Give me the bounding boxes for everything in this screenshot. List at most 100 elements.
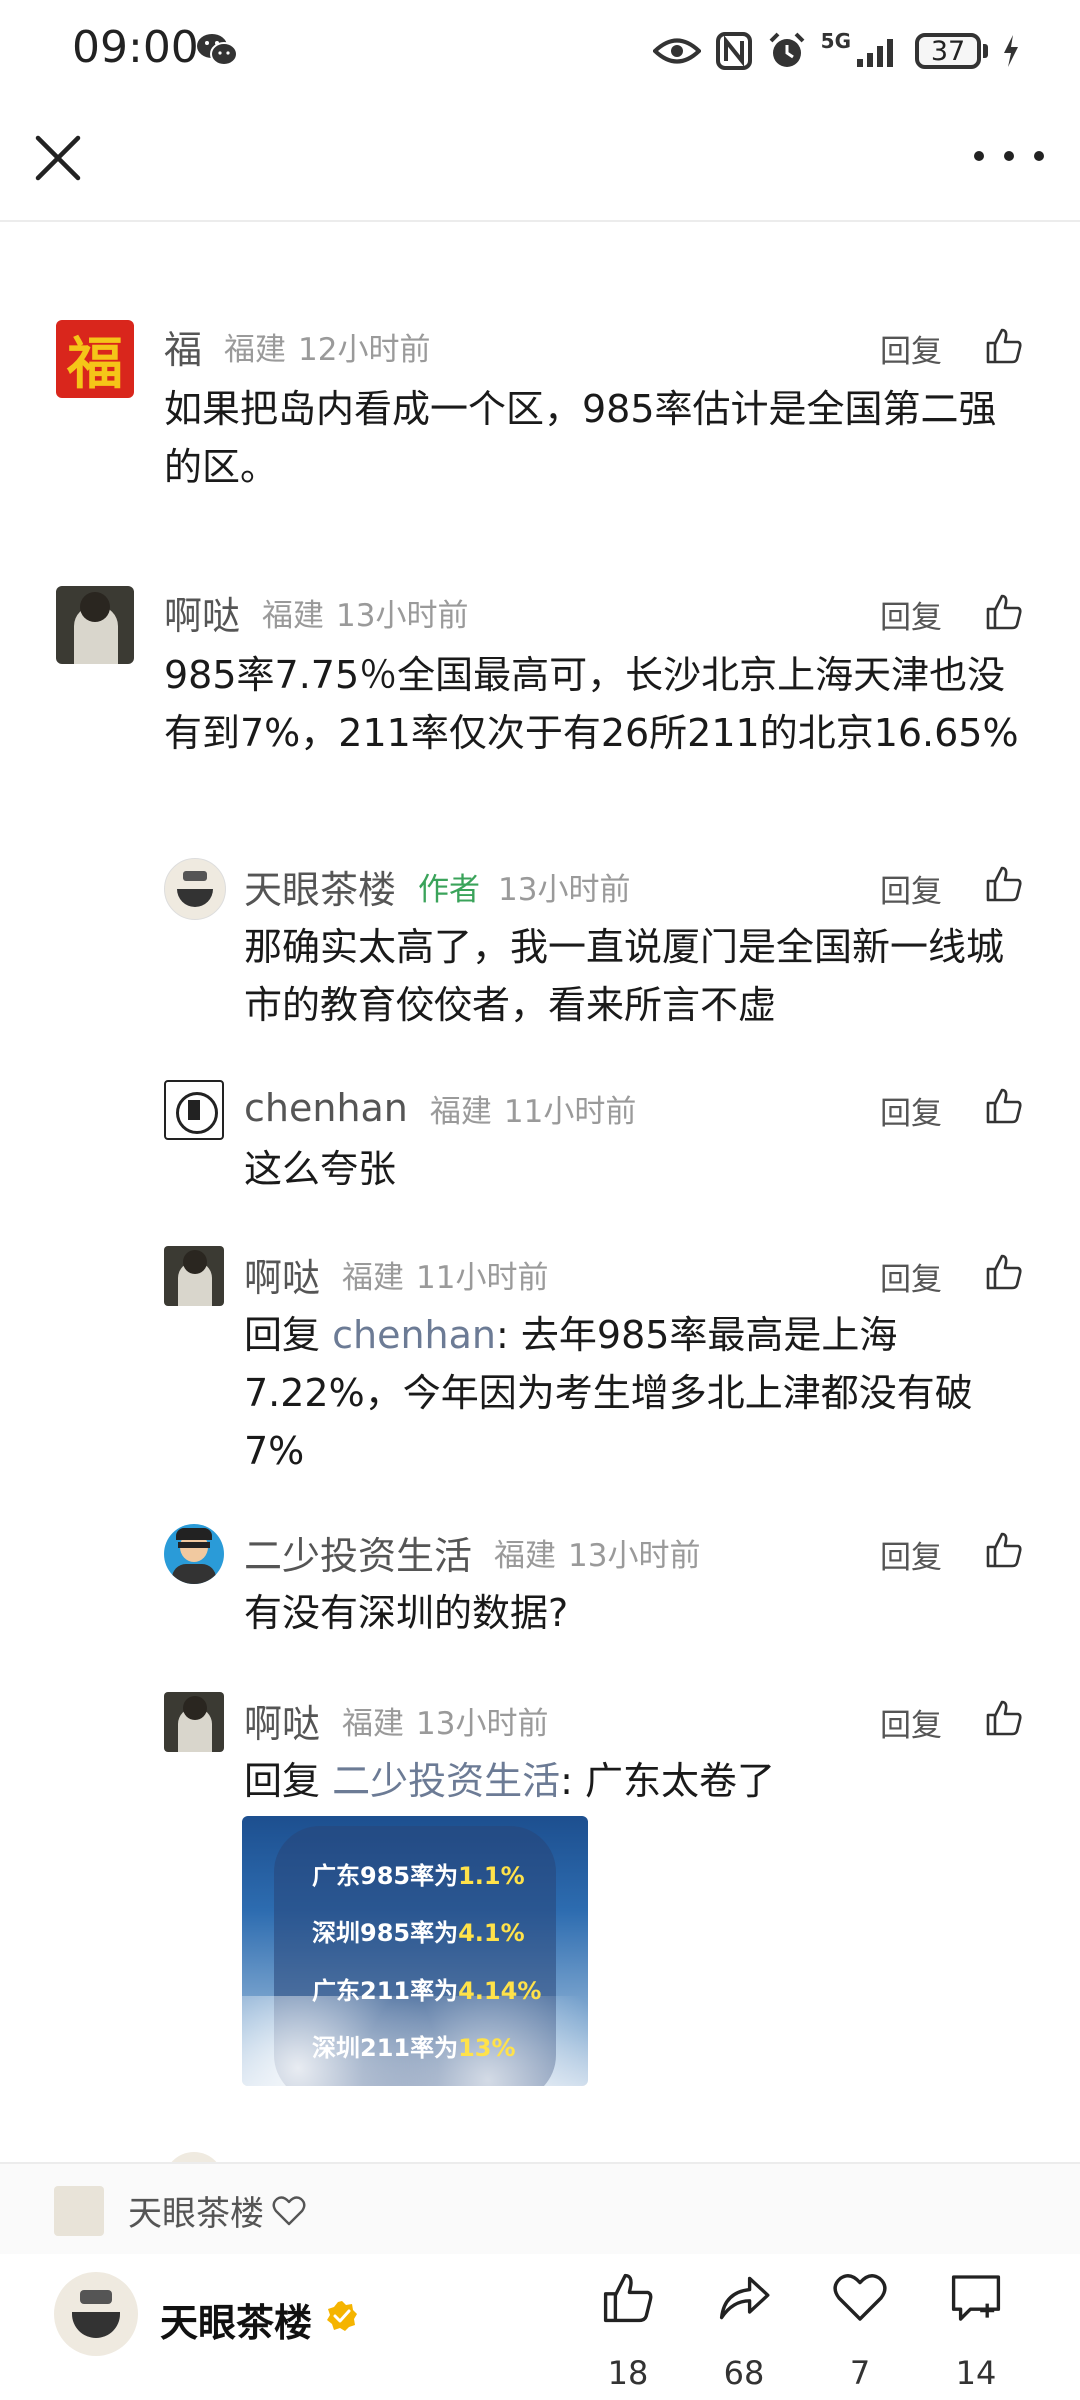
share-count: 68	[723, 2354, 765, 2392]
like-count: 18	[607, 2354, 649, 2392]
reply-item: chenhan 福建 11小时前 回复 这么夸张	[0, 1080, 1080, 1210]
heart-outline-icon[interactable]	[272, 2194, 306, 2228]
comment-list: 福 福 福建 12小时前 回复 如果把岛内看成一个区，985率估计是全国第二强的…	[0, 222, 1080, 2162]
alarm-icon	[769, 32, 805, 67]
thumbs-up-icon[interactable]	[984, 864, 1024, 904]
reply-item-clipped	[164, 2152, 1044, 2162]
eye-icon	[652, 38, 701, 64]
reply-meta: chenhan 福建 11小时前	[244, 1080, 636, 1136]
reply-text: 有没有深圳的数据?	[244, 1591, 569, 1635]
reply-meta: 啊哒 福建 11小时前	[244, 1246, 548, 1302]
comment-count: 14	[955, 2354, 997, 2392]
avatar[interactable]	[164, 1692, 224, 1752]
reply-text: 回复 二少投资生活: 广东太卷了	[244, 1752, 1024, 1810]
reply-time: 13小时前	[416, 1705, 549, 1742]
reply-button[interactable]: 回复	[880, 592, 942, 637]
wechat-icon	[197, 34, 238, 66]
avatar[interactable]: 福	[56, 320, 134, 398]
mention-link[interactable]: 二少投资生活	[332, 1759, 560, 1803]
comment-username[interactable]: 福	[164, 319, 202, 374]
author-name[interactable]: 天眼茶楼	[160, 2292, 312, 2347]
reply-prefix: 回复	[244, 1313, 333, 1357]
author-badge: 作者	[418, 871, 481, 908]
avatar[interactable]	[164, 1524, 224, 1584]
reply-item: 啊哒 福建 11小时前 回复 回复 chenhan: 去年985率最高是上海7.…	[0, 1246, 1080, 1476]
reply-button[interactable]: 回复	[880, 1532, 942, 1577]
follow-avatar[interactable]	[54, 2186, 104, 2236]
reply-time: 11小时前	[416, 1259, 549, 1296]
follow-author-name[interactable]: 天眼茶楼	[128, 2186, 264, 2235]
reply-time: 11小时前	[503, 1093, 637, 1130]
comment-meta: 福 福建 12小时前	[164, 318, 430, 374]
comment-item: 啊哒 福建 13小时前 回复 985率7.75％全国最高可，长沙北京上海天津也没…	[0, 586, 1080, 856]
reply-text: 这么夸张	[244, 1147, 397, 1191]
reply-button[interactable]: 回复	[880, 1088, 942, 1133]
reply-button[interactable]: 回复	[880, 1700, 942, 1745]
comment-add-icon[interactable]	[948, 2270, 1004, 2326]
share-arrow-icon[interactable]	[716, 2270, 772, 2326]
reply-text: 那确实太高了，我一直说厦门是全国新一线城市的教育佼佼者，看来所言不虚	[244, 925, 1005, 1027]
thumbs-up-icon[interactable]	[600, 2270, 656, 2326]
avatar-fu-char: 福	[67, 330, 123, 397]
thumbs-up-icon[interactable]	[984, 592, 1024, 632]
avatar[interactable]	[164, 1080, 224, 1140]
thumbs-up-icon[interactable]	[984, 326, 1024, 366]
infocard-line: 广东985率为1.1%	[312, 1862, 525, 1890]
thumbs-up-icon[interactable]	[984, 1698, 1024, 1738]
comment-location: 福建	[224, 331, 287, 368]
top-bar	[0, 100, 1080, 222]
close-icon[interactable]	[26, 126, 90, 190]
thumbs-up-icon[interactable]	[984, 1530, 1024, 1570]
infocard-line: 广东211率为4.14%	[312, 1977, 542, 2005]
comment-text: 985率7.75％全国最高可，长沙北京上海天津也没有到7%，211率仅次于有26…	[164, 653, 1019, 755]
author-avatar[interactable]	[54, 2272, 138, 2356]
comment-meta: 啊哒 福建 13小时前	[164, 584, 468, 640]
reply-time: 13小时前	[568, 1537, 701, 1574]
battery-icon: 37	[915, 33, 988, 69]
reply-username[interactable]: 天眼茶楼	[244, 859, 396, 914]
avatar[interactable]	[56, 586, 134, 664]
reply-username[interactable]: 啊哒	[244, 1693, 320, 1748]
reply-text: 回复 chenhan: 去年985率最高是上海7.22%，今年因为考生增多北上津…	[244, 1306, 1024, 1480]
share-action[interactable]: 68	[694, 2270, 794, 2392]
status-bar: 09:00 5G 37	[0, 0, 1080, 100]
like-action[interactable]: 18	[578, 2270, 678, 2392]
follow-bar: 天眼茶楼	[0, 2162, 1080, 2256]
more-options-button[interactable]	[974, 136, 1044, 176]
avatar[interactable]	[164, 858, 226, 920]
network-label: 5G	[820, 29, 851, 53]
reply-location: 福建	[342, 1259, 405, 1296]
thumbs-up-icon[interactable]	[984, 1086, 1024, 1126]
reply-image-attachment[interactable]: 广东985率为1.1% 深圳985率为4.1% 广东211率为4.14% 深圳2…	[242, 1816, 588, 2086]
reply-time: 13小时前	[498, 871, 631, 908]
comment-time: 13小时前	[336, 597, 469, 634]
verified-badge-icon	[327, 2301, 357, 2331]
reply-body: 广东太卷了	[585, 1759, 776, 1803]
nfc-icon	[715, 32, 752, 70]
reply-username[interactable]: 二少投资生活	[244, 1525, 472, 1580]
comment-action[interactable]: 14	[926, 2270, 1026, 2392]
reply-username[interactable]: 啊哒	[244, 1247, 320, 1302]
comment-time: 12小时前	[298, 331, 431, 368]
avatar[interactable]	[164, 1246, 224, 1306]
signal-icon	[857, 39, 893, 67]
reply-username[interactable]: chenhan	[244, 1086, 408, 1130]
comment-item: 福 福 福建 12小时前 回复 如果把岛内看成一个区，985率估计是全国第二强的…	[0, 222, 1080, 489]
bottom-action-bar: 天眼茶楼 18 68 7 14	[0, 2254, 1080, 2400]
favorite-action[interactable]: 7	[810, 2270, 910, 2392]
mention-link[interactable]: chenhan	[332, 1313, 496, 1357]
reply-button[interactable]: 回复	[880, 1254, 942, 1299]
heart-icon[interactable]	[832, 2270, 888, 2326]
reply-button[interactable]: 回复	[880, 326, 942, 371]
infocard-line: 深圳211率为13%	[312, 2034, 516, 2062]
comment-username[interactable]: 啊哒	[164, 585, 240, 640]
thumbs-up-icon[interactable]	[984, 1252, 1024, 1292]
reply-button[interactable]: 回复	[880, 866, 942, 911]
mention-colon: :	[496, 1313, 521, 1357]
reply-meta: 天眼茶楼 作者 13小时前	[244, 858, 630, 914]
reply-meta: 啊哒 福建 13小时前	[244, 1692, 548, 1748]
reply-location: 福建	[494, 1537, 557, 1574]
favorite-count: 7	[849, 2354, 871, 2392]
reply-item: 天眼茶楼 作者 13小时前 回复 那确实太高了，我一直说厦门是全国新一线城市的教…	[0, 858, 1080, 1038]
charging-icon	[1004, 35, 1018, 67]
